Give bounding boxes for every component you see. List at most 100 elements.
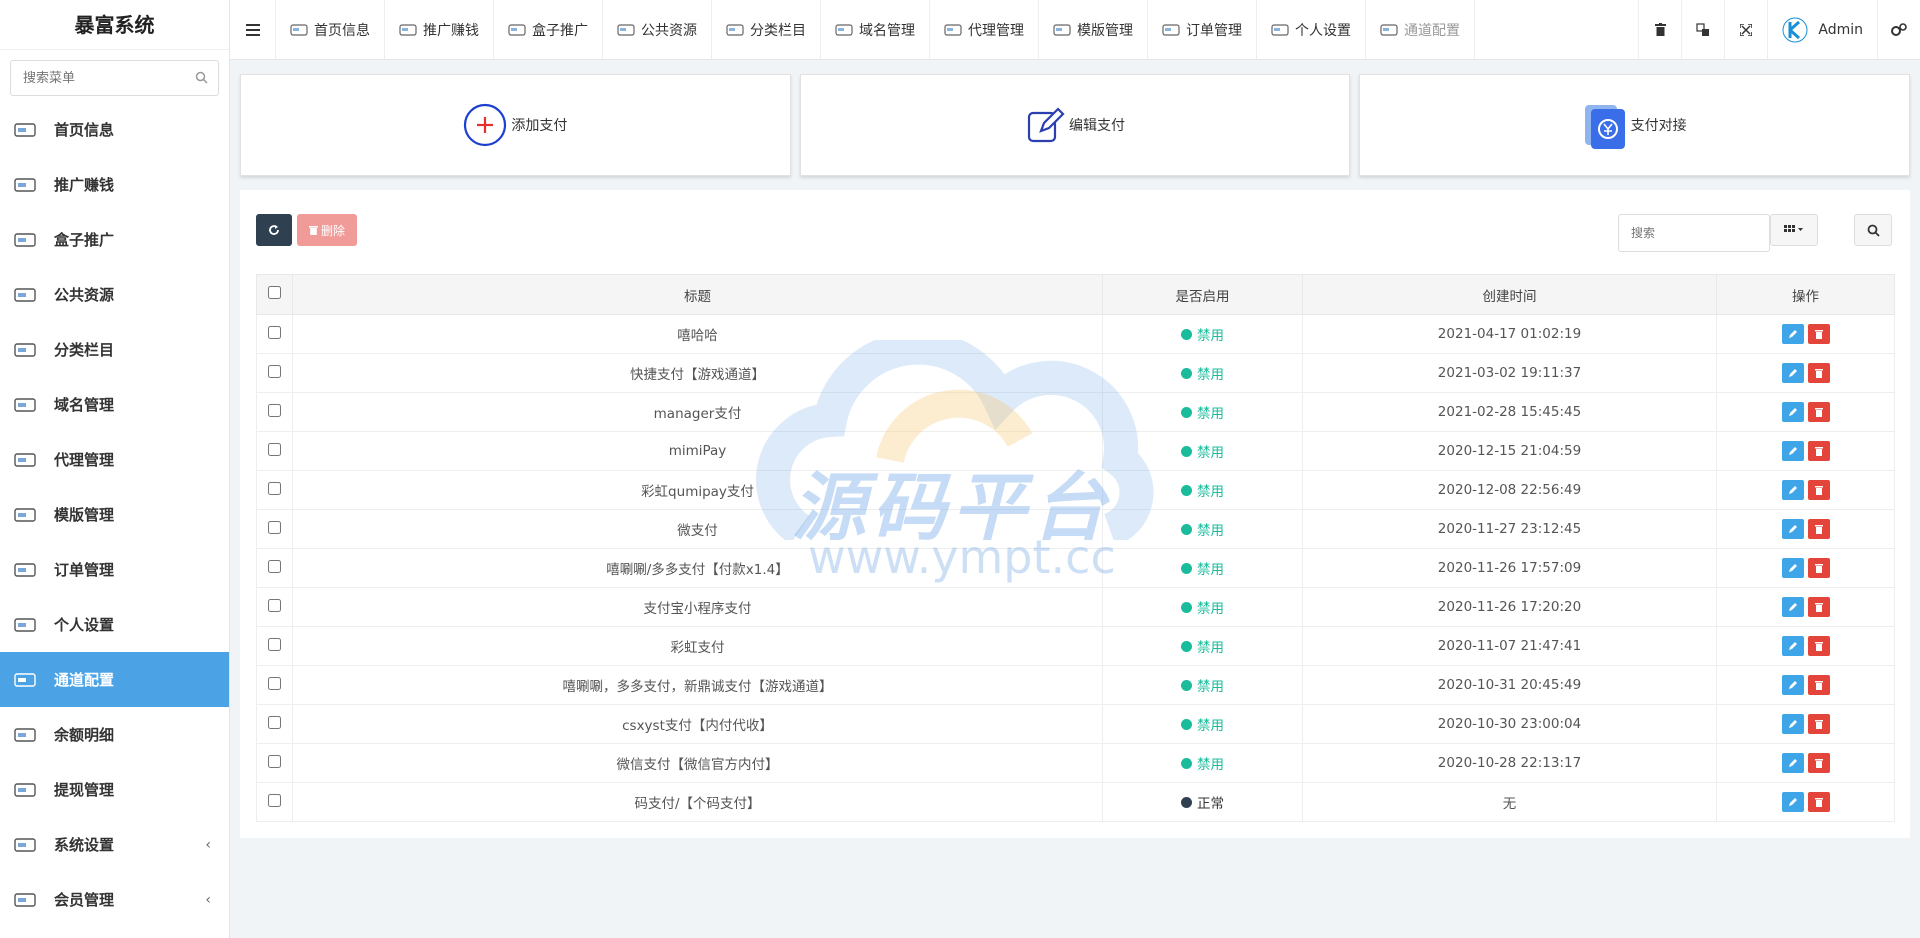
top-tab-8[interactable]: 订单管理 — [1148, 0, 1257, 59]
delete-row-button[interactable] — [1807, 402, 1830, 422]
add-payment-card[interactable]: 添加支付 — [240, 74, 791, 176]
sidebar-item-7[interactable]: 模版管理 — [0, 487, 229, 542]
columns-toggle-button[interactable] — [1770, 214, 1818, 246]
status-badge[interactable]: 禁用 — [1181, 675, 1224, 695]
status-badge[interactable]: 禁用 — [1181, 714, 1224, 734]
delete-row-button[interactable] — [1807, 363, 1830, 383]
row-checkbox[interactable] — [268, 442, 281, 456]
edit-row-button[interactable] — [1781, 363, 1804, 383]
sidebar-item-1[interactable]: 推广赚钱 — [0, 157, 229, 212]
table-search-button[interactable] — [1854, 214, 1892, 246]
sidebar-item-14[interactable]: 会员管理 ‹ — [0, 872, 229, 927]
status-badge[interactable]: 禁用 — [1181, 480, 1224, 500]
edit-row-button[interactable] — [1781, 519, 1804, 539]
status-badge[interactable]: 禁用 — [1181, 558, 1224, 578]
status-badge[interactable]: 禁用 — [1181, 402, 1224, 422]
delete-row-button[interactable] — [1807, 558, 1830, 578]
top-tab-10[interactable]: 通道配置 — [1366, 0, 1475, 59]
top-tab-0[interactable]: 首页信息 — [276, 0, 385, 59]
trash-icon[interactable] — [1638, 0, 1681, 59]
top-tab-5[interactable]: 域名管理 — [821, 0, 930, 59]
edit-payment-card[interactable]: 编辑支付 — [799, 74, 1351, 176]
edit-row-button[interactable] — [1781, 480, 1804, 500]
menu-search-input[interactable] — [11, 61, 218, 95]
delete-row-button[interactable] — [1807, 519, 1830, 539]
settings-gear-icon[interactable] — [1877, 0, 1920, 59]
row-checkbox[interactable] — [268, 793, 281, 807]
menu-search-box[interactable] — [10, 60, 219, 96]
row-checkbox[interactable] — [268, 637, 281, 651]
sidebar-item-8[interactable]: 订单管理 — [0, 542, 229, 597]
edit-row-button[interactable] — [1781, 597, 1804, 617]
table-search-input[interactable] — [1618, 214, 1770, 252]
status-badge[interactable]: 禁用 — [1181, 597, 1224, 617]
delete-button[interactable]: 删除 — [297, 214, 358, 246]
delete-row-button[interactable] — [1807, 636, 1830, 656]
row-checkbox[interactable] — [268, 325, 281, 339]
status-badge[interactable]: 正常 — [1181, 792, 1224, 812]
sidebar-item-12[interactable]: 提现管理 — [0, 762, 229, 817]
delete-row-button[interactable] — [1807, 753, 1830, 773]
top-tab-2[interactable]: 盒子推广 — [494, 0, 603, 59]
edit-row-button[interactable] — [1781, 636, 1804, 656]
row-checkbox[interactable] — [268, 598, 281, 612]
chevron-left-icon[interactable]: ‹ — [205, 892, 211, 908]
top-tab-3[interactable]: 公共资源 — [603, 0, 712, 59]
row-checkbox[interactable] — [268, 364, 281, 378]
edit-row-button[interactable] — [1781, 324, 1804, 344]
top-tab-1[interactable]: 推广赚钱 — [385, 0, 494, 59]
edit-row-button[interactable] — [1781, 675, 1804, 695]
header-created[interactable]: 创建时间 — [1302, 274, 1717, 315]
sidebar-item-4[interactable]: 分类栏目 — [0, 322, 229, 377]
delete-row-button[interactable] — [1807, 324, 1830, 344]
sidebar-item-3[interactable]: 公共资源 — [0, 267, 229, 322]
sidebar-item-9[interactable]: 个人设置 — [0, 597, 229, 652]
sidebar-item-13[interactable]: 系统设置 ‹ — [0, 817, 229, 872]
edit-row-button[interactable] — [1781, 792, 1804, 812]
status-badge[interactable]: 禁用 — [1181, 519, 1224, 539]
edit-row-button[interactable] — [1781, 558, 1804, 578]
top-tab-7[interactable]: 模版管理 — [1039, 0, 1148, 59]
status-badge[interactable]: 禁用 — [1181, 363, 1224, 383]
menu-toggle-icon[interactable] — [230, 0, 276, 59]
fullscreen-icon[interactable] — [1724, 0, 1767, 59]
delete-row-button[interactable] — [1807, 714, 1830, 734]
chevron-left-icon[interactable]: ‹ — [205, 837, 211, 853]
header-enabled[interactable]: 是否启用 — [1102, 274, 1303, 315]
row-checkbox[interactable] — [268, 676, 281, 690]
status-badge[interactable]: 禁用 — [1181, 441, 1224, 461]
edit-row-button[interactable] — [1781, 714, 1804, 734]
sidebar-item-0[interactable]: 首页信息 — [0, 102, 229, 157]
delete-row-button[interactable] — [1807, 480, 1830, 500]
top-tab-6[interactable]: 代理管理 — [930, 0, 1039, 59]
status-badge[interactable]: 禁用 — [1181, 324, 1224, 344]
select-all-checkbox[interactable] — [268, 286, 281, 299]
search-icon[interactable] — [195, 71, 208, 88]
sidebar-item-5[interactable]: 域名管理 — [0, 377, 229, 432]
status-badge[interactable]: 禁用 — [1181, 636, 1224, 656]
edit-row-button[interactable] — [1781, 402, 1804, 422]
translate-icon[interactable] — [1681, 0, 1724, 59]
sidebar-item-10[interactable]: 通道配置 — [0, 652, 229, 707]
refresh-button[interactable] — [256, 214, 292, 246]
status-badge[interactable]: 禁用 — [1181, 753, 1224, 773]
row-checkbox[interactable] — [268, 754, 281, 768]
sidebar-item-11[interactable]: 余额明细 — [0, 707, 229, 762]
payment-connect-card[interactable]: 支付对接 — [1359, 74, 1911, 176]
header-title[interactable]: 标题 — [292, 274, 1103, 315]
top-tab-9[interactable]: 个人设置 — [1257, 0, 1366, 59]
sidebar-item-2[interactable]: 盒子推广 — [0, 212, 229, 267]
row-checkbox[interactable] — [268, 481, 281, 495]
user-menu[interactable]: Admin — [1767, 0, 1877, 59]
row-checkbox[interactable] — [268, 403, 281, 417]
row-checkbox[interactable] — [268, 520, 281, 534]
edit-row-button[interactable] — [1781, 753, 1804, 773]
delete-row-button[interactable] — [1807, 792, 1830, 812]
delete-row-button[interactable] — [1807, 675, 1830, 695]
edit-row-button[interactable] — [1781, 441, 1804, 461]
row-checkbox[interactable] — [268, 559, 281, 573]
sidebar-item-6[interactable]: 代理管理 — [0, 432, 229, 487]
delete-row-button[interactable] — [1807, 597, 1830, 617]
top-tab-4[interactable]: 分类栏目 — [712, 0, 821, 59]
delete-row-button[interactable] — [1807, 441, 1830, 461]
